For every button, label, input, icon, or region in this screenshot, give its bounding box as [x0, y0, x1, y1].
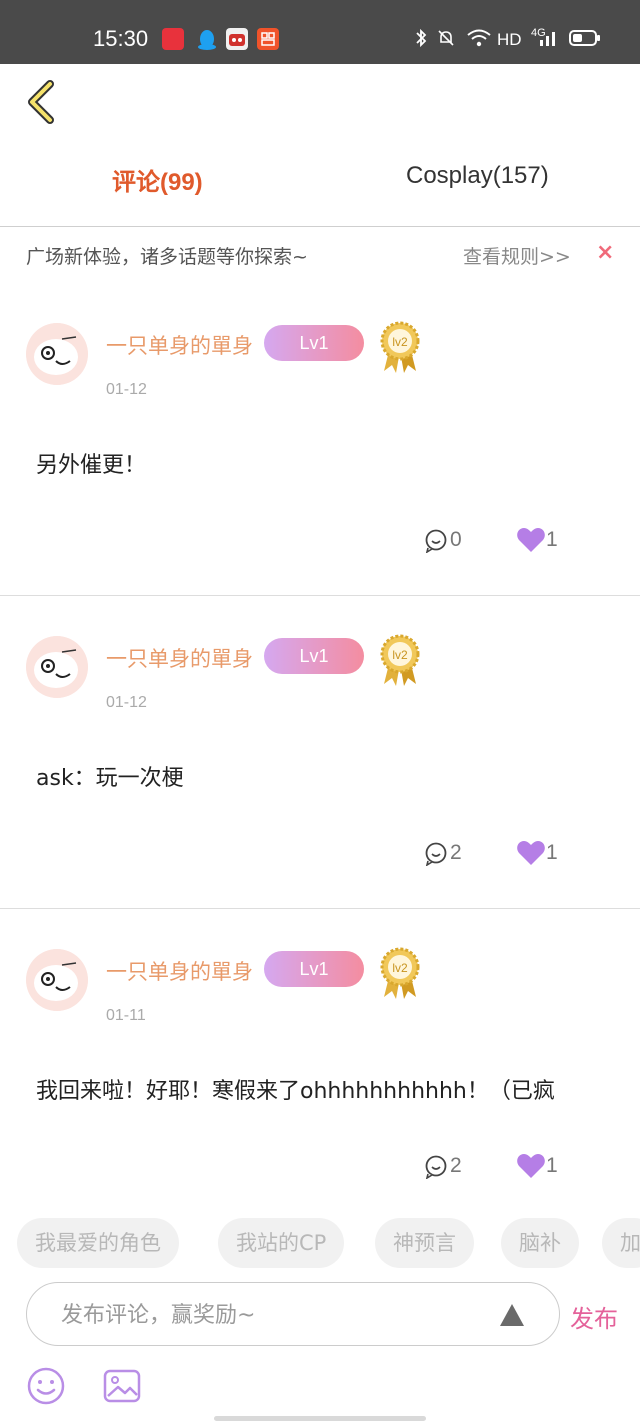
- wifi-icon: [466, 28, 492, 53]
- network-label: HD: [497, 30, 522, 49]
- svg-text:lv2: lv2: [392, 335, 408, 349]
- heart-icon[interactable]: [516, 527, 546, 553]
- level-badge: Lv1: [264, 325, 364, 361]
- topic-chip[interactable]: 我最爱的角色: [17, 1218, 179, 1268]
- svg-text:lv2: lv2: [392, 648, 408, 662]
- signal-icon: [538, 28, 560, 53]
- reply-count: 0: [450, 528, 462, 551]
- publish-button[interactable]: 发布: [570, 1299, 618, 1334]
- medal-icon: lv2: [378, 634, 422, 690]
- status-time: 15:30: [93, 26, 149, 51]
- comment-item: 一只单身的單身 Lv1 lv2 01-11 我回来啦！好耶！寒假来了ohhhhh…: [0, 909, 640, 1206]
- qq-icon: [196, 28, 218, 50]
- image-icon[interactable]: [102, 1366, 142, 1406]
- store-app-icon: [257, 28, 279, 50]
- notice-bar: 广场新体验，诸多话题等你探索~ 查看规则>> ×: [0, 228, 640, 278]
- like-count: 1: [546, 528, 558, 551]
- mute-bell-icon: [436, 28, 456, 53]
- like-count: 1: [546, 841, 558, 864]
- battery-icon: [569, 28, 601, 53]
- topic-chip[interactable]: 我站的CP: [218, 1218, 345, 1268]
- chevron-left-icon: [28, 80, 54, 124]
- username[interactable]: 一只单身的單身: [106, 956, 253, 986]
- reply-icon[interactable]: [424, 1155, 448, 1180]
- bottom-panel: 我最爱的角色 我站的CP 神预言 脑补 加 发布: [0, 1206, 640, 1422]
- view-rules-link[interactable]: 查看规则>>: [463, 242, 571, 269]
- game-app-icon: [226, 28, 248, 50]
- emoji-icon[interactable]: [26, 1366, 66, 1406]
- heart-icon[interactable]: [516, 1153, 546, 1179]
- news-app-icon: [162, 28, 184, 50]
- username[interactable]: 一只单身的單身: [106, 330, 253, 360]
- avatar[interactable]: [26, 323, 88, 385]
- medal-icon: lv2: [378, 947, 422, 1003]
- topic-chip[interactable]: 神预言: [375, 1218, 474, 1268]
- medal-icon: lv2: [378, 321, 422, 377]
- close-notice-button[interactable]: ×: [596, 240, 614, 265]
- comment-content[interactable]: ask：玩一次梗: [36, 760, 184, 792]
- username[interactable]: 一只单身的單身: [106, 643, 253, 673]
- comment-date: 01-11: [106, 1007, 146, 1024]
- heart-icon[interactable]: [516, 840, 546, 866]
- comment-date: 01-12: [106, 694, 147, 711]
- tab-cosplay[interactable]: Cosplay(157): [406, 162, 549, 190]
- reply-icon[interactable]: [424, 842, 448, 867]
- comment-item: 一只单身的單身 Lv1 lv2 01-12 另外催更！ 0 1: [0, 283, 640, 596]
- comment-content[interactable]: 我回来啦！好耶！寒假来了ohhhhhhhhhhh！（已疯: [36, 1073, 606, 1105]
- topic-chips: 我最爱的角色 我站的CP 神预言 脑补 加: [0, 1218, 640, 1270]
- back-button[interactable]: [24, 80, 60, 124]
- notice-text: 广场新体验，诸多话题等你探索~: [26, 246, 308, 268]
- avatar[interactable]: [26, 949, 88, 1011]
- triangle-up-icon[interactable]: [499, 1303, 525, 1327]
- comment-content[interactable]: 另外催更！: [36, 447, 146, 479]
- reply-count: 2: [450, 841, 462, 864]
- home-indicator[interactable]: [214, 1416, 426, 1421]
- avatar[interactable]: [26, 636, 88, 698]
- topic-chip[interactable]: 加: [602, 1218, 640, 1268]
- header-divider: [0, 226, 640, 227]
- tab-comments[interactable]: 评论(99): [112, 162, 203, 197]
- bluetooth-icon: [413, 28, 429, 53]
- status-bar: 15:30 HD 4G: [0, 0, 640, 64]
- level-badge: Lv1: [264, 638, 364, 674]
- reply-count: 2: [450, 1154, 462, 1177]
- level-badge: Lv1: [264, 951, 364, 987]
- comment-input-box[interactable]: [26, 1282, 560, 1346]
- comment-item: 一只单身的單身 Lv1 lv2 01-12 ask：玩一次梗 2 1: [0, 596, 640, 909]
- like-count: 1: [546, 1154, 558, 1177]
- reply-icon[interactable]: [424, 529, 448, 554]
- comment-date: 01-12: [106, 381, 147, 398]
- svg-text:lv2: lv2: [392, 961, 408, 975]
- topic-chip[interactable]: 脑补: [501, 1218, 579, 1268]
- comment-input[interactable]: [61, 1299, 481, 1331]
